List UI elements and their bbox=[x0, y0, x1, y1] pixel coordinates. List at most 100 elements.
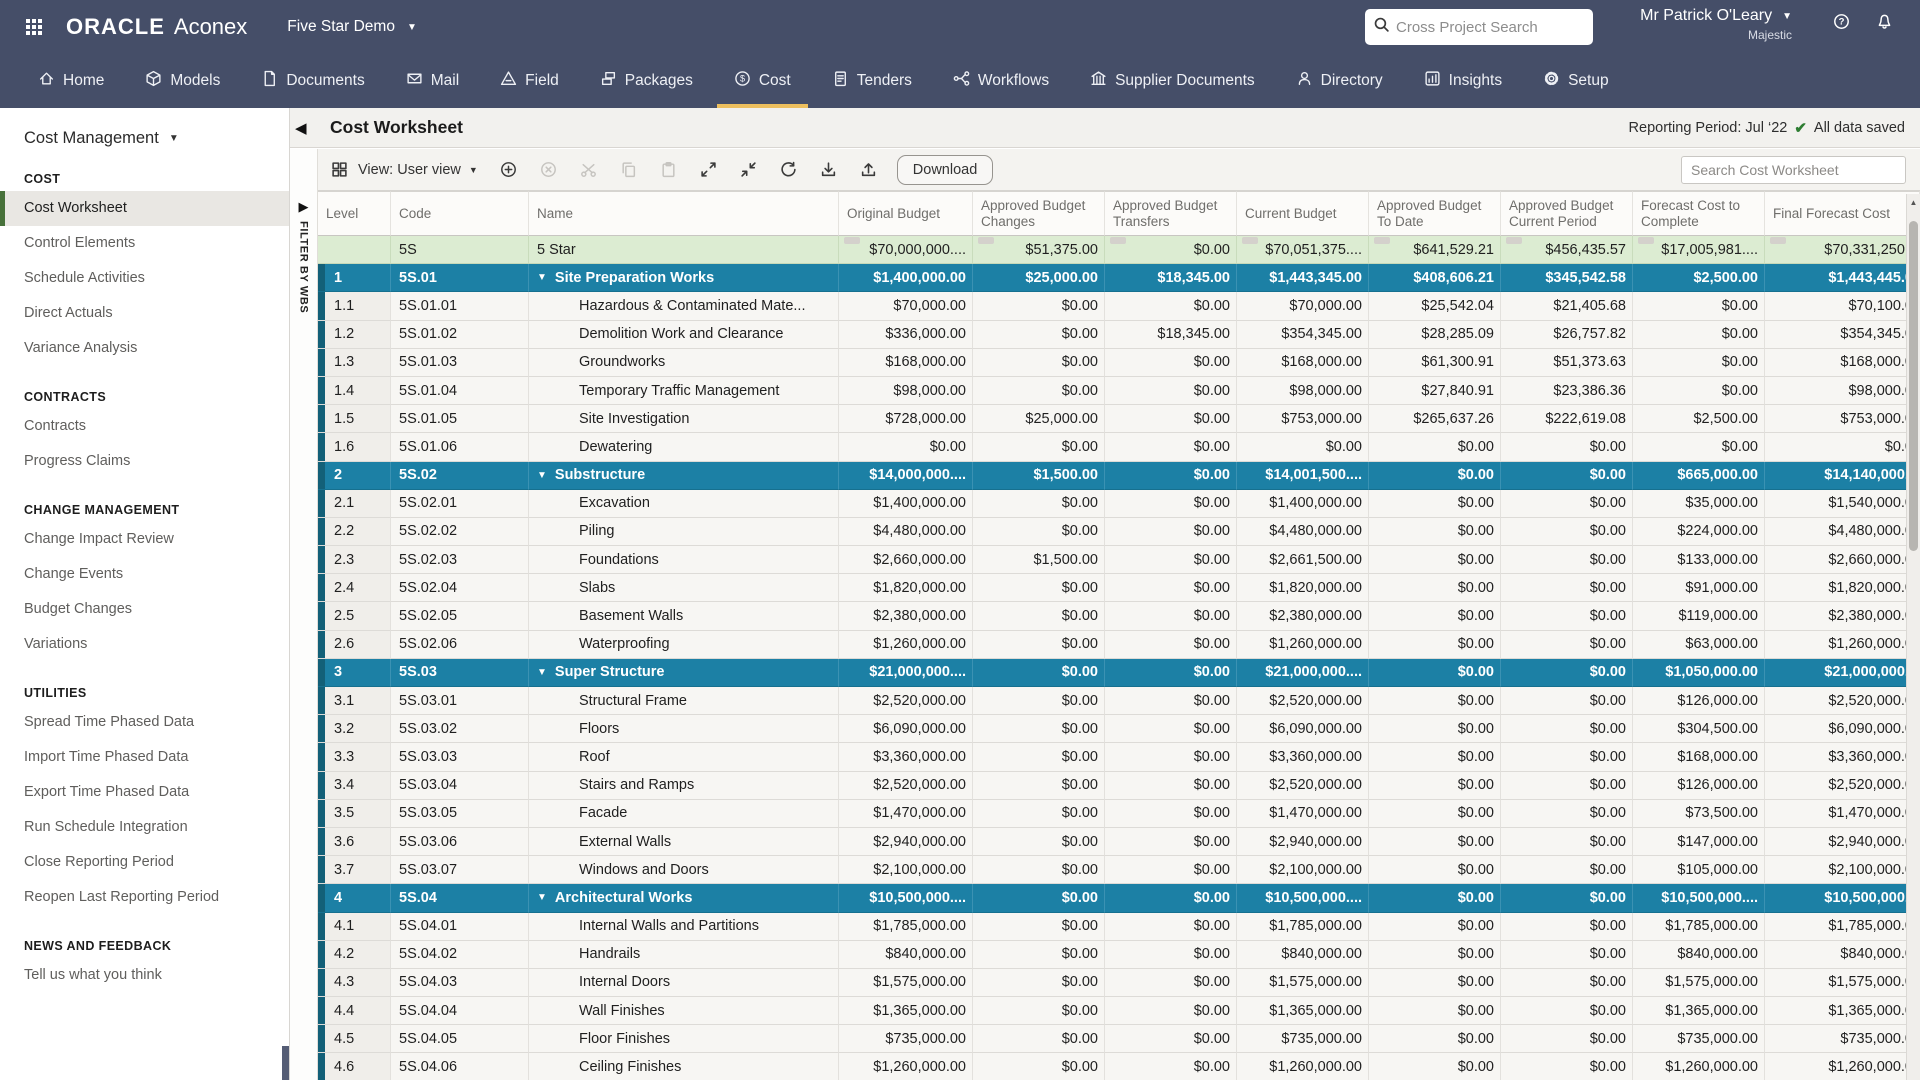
cell-name[interactable]: 5 Star bbox=[529, 236, 839, 264]
nav-item-home[interactable]: Home bbox=[38, 54, 104, 108]
cell-code[interactable]: 5S.04.06 bbox=[391, 1053, 529, 1080]
cell-approved-budget-transfers[interactable]: $0.00 bbox=[1105, 743, 1237, 771]
cell-approved-budget-to-date[interactable]: $27,840.91 bbox=[1369, 377, 1501, 405]
cell-original-budget[interactable]: $1,785,000.00 bbox=[839, 913, 973, 941]
cell-approved-budget-transfers[interactable]: $0.00 bbox=[1105, 969, 1237, 997]
cell-final-forecast-cost[interactable]: $70,331,250.. bbox=[1765, 236, 1920, 264]
cell-original-budget[interactable]: $70,000,000.... bbox=[839, 236, 973, 264]
cell-forecast-cost-to-complete[interactable]: $126,000.00 bbox=[1633, 772, 1765, 800]
cell-approved-budget-to-date[interactable]: $0.00 bbox=[1369, 462, 1501, 490]
cell-approved-budget-changes[interactable]: $0.00 bbox=[973, 743, 1105, 771]
sidebar-item-spread-time-phased-data[interactable]: Spread Time Phased Data bbox=[0, 705, 289, 740]
cell-level[interactable]: 4.4 bbox=[318, 997, 391, 1025]
table-row-5S.03.05[interactable]: 3.55S.03.05Facade$1,470,000.00$0.00$0.00… bbox=[318, 800, 1920, 828]
cell-approved-budget-to-date[interactable]: $0.00 bbox=[1369, 546, 1501, 574]
cell-current-budget[interactable]: $6,090,000.00 bbox=[1237, 715, 1369, 743]
table-row-5S.04.06[interactable]: 4.65S.04.06Ceiling Finishes$1,260,000.00… bbox=[318, 1053, 1920, 1080]
cell-approved-budget-to-date[interactable]: $408,606.21 bbox=[1369, 264, 1501, 292]
cell-current-budget[interactable]: $2,100,000.00 bbox=[1237, 856, 1369, 884]
cell-current-budget[interactable]: $354,345.00 bbox=[1237, 321, 1369, 349]
column-header-name[interactable]: Name bbox=[529, 191, 839, 236]
nav-item-mail[interactable]: Mail bbox=[406, 54, 459, 108]
cell-approved-budget-changes[interactable]: $25,000.00 bbox=[973, 405, 1105, 433]
cell-level[interactable]: 3.7 bbox=[318, 856, 391, 884]
cell-forecast-cost-to-complete[interactable]: $10,500,000.... bbox=[1633, 884, 1765, 912]
cell-name[interactable]: Roof bbox=[529, 743, 839, 771]
cell-approved-budget-to-date[interactable]: $0.00 bbox=[1369, 969, 1501, 997]
cell-approved-budget-transfers[interactable]: $0.00 bbox=[1105, 715, 1237, 743]
cell-approved-budget-changes[interactable]: $0.00 bbox=[973, 321, 1105, 349]
table-row-5S.03[interactable]: 35S.03▼Super Structure$21,000,000....$0.… bbox=[318, 659, 1920, 687]
cell-approved-budget-to-date[interactable]: $0.00 bbox=[1369, 856, 1501, 884]
cell-approved-budget-current-period[interactable]: $0.00 bbox=[1501, 913, 1633, 941]
table-row-5S.02.01[interactable]: 2.15S.02.01Excavation$1,400,000.00$0.00$… bbox=[318, 490, 1920, 518]
cell-current-budget[interactable]: $735,000.00 bbox=[1237, 1025, 1369, 1053]
cell-approved-budget-changes[interactable]: $1,500.00 bbox=[973, 546, 1105, 574]
cell-approved-budget-changes[interactable]: $0.00 bbox=[973, 292, 1105, 320]
cell-approved-budget-current-period[interactable]: $0.00 bbox=[1501, 772, 1633, 800]
cell-approved-budget-current-period[interactable]: $0.00 bbox=[1501, 828, 1633, 856]
cell-approved-budget-transfers[interactable]: $18,345.00 bbox=[1105, 264, 1237, 292]
cell-code[interactable]: 5S.02.01 bbox=[391, 490, 529, 518]
cell-name[interactable]: Dewatering bbox=[529, 433, 839, 461]
cell-final-forecast-cost[interactable]: $2,940,000.0 bbox=[1765, 828, 1920, 856]
cell-code[interactable]: 5S.03 bbox=[391, 659, 529, 687]
brand-logo[interactable]: ORACLE Aconex bbox=[66, 14, 247, 40]
sidebar-item-variations[interactable]: Variations bbox=[0, 627, 289, 662]
cell-name[interactable]: Foundations bbox=[529, 546, 839, 574]
cell-approved-budget-transfers[interactable]: $0.00 bbox=[1105, 462, 1237, 490]
search-worksheet-input[interactable] bbox=[1681, 156, 1906, 184]
cell-name[interactable]: ▼Site Preparation Works bbox=[529, 264, 839, 292]
cell-forecast-cost-to-complete[interactable]: $840,000.00 bbox=[1633, 941, 1765, 969]
cell-forecast-cost-to-complete[interactable]: $665,000.00 bbox=[1633, 462, 1765, 490]
cell-forecast-cost-to-complete[interactable]: $1,785,000.00 bbox=[1633, 913, 1765, 941]
cell-forecast-cost-to-complete[interactable]: $2,500.00 bbox=[1633, 405, 1765, 433]
sidebar-item-close-reporting-period[interactable]: Close Reporting Period bbox=[0, 845, 289, 880]
cell-name[interactable]: Internal Doors bbox=[529, 969, 839, 997]
cell-code[interactable]: 5S.01.04 bbox=[391, 377, 529, 405]
cell-forecast-cost-to-complete[interactable]: $73,500.00 bbox=[1633, 800, 1765, 828]
cell-approved-budget-to-date[interactable]: $0.00 bbox=[1369, 1025, 1501, 1053]
cell-approved-budget-current-period[interactable]: $0.00 bbox=[1501, 602, 1633, 630]
table-row-5S.01.05[interactable]: 1.55S.01.05Site Investigation$728,000.00… bbox=[318, 405, 1920, 433]
cell-final-forecast-cost[interactable]: $1,575,000.0 bbox=[1765, 969, 1920, 997]
cell-approved-budget-transfers[interactable]: $0.00 bbox=[1105, 490, 1237, 518]
cell-approved-budget-transfers[interactable]: $0.00 bbox=[1105, 574, 1237, 602]
table-row-5S.02.06[interactable]: 2.65S.02.06Waterproofing$1,260,000.00$0.… bbox=[318, 631, 1920, 659]
cell-name[interactable]: Excavation bbox=[529, 490, 839, 518]
cell-approved-budget-current-period[interactable]: $0.00 bbox=[1501, 884, 1633, 912]
cell-level[interactable]: 1.4 bbox=[318, 377, 391, 405]
cell-approved-budget-transfers[interactable]: $0.00 bbox=[1105, 518, 1237, 546]
sidebar-item-tell-us-what-you-think[interactable]: Tell us what you think bbox=[0, 958, 289, 993]
cell-name[interactable]: Slabs bbox=[529, 574, 839, 602]
cell-approved-budget-current-period[interactable]: $26,757.82 bbox=[1501, 321, 1633, 349]
nav-item-documents[interactable]: Documents bbox=[261, 54, 364, 108]
cell-original-budget[interactable]: $1,260,000.00 bbox=[839, 1053, 973, 1080]
column-header-level[interactable]: Level bbox=[318, 191, 391, 236]
table-row-5S.01.03[interactable]: 1.35S.01.03Groundworks$168,000.00$0.00$0… bbox=[318, 349, 1920, 377]
cell-original-budget[interactable]: $1,575,000.00 bbox=[839, 969, 973, 997]
table-row-5S.03.01[interactable]: 3.15S.03.01Structural Frame$2,520,000.00… bbox=[318, 687, 1920, 715]
cell-approved-budget-transfers[interactable]: $0.00 bbox=[1105, 405, 1237, 433]
cell-approved-budget-transfers[interactable]: $0.00 bbox=[1105, 377, 1237, 405]
cell-approved-budget-to-date[interactable]: $0.00 bbox=[1369, 941, 1501, 969]
cell-current-budget[interactable]: $14,001,500.... bbox=[1237, 462, 1369, 490]
cell-approved-budget-to-date[interactable]: $0.00 bbox=[1369, 800, 1501, 828]
cell-forecast-cost-to-complete[interactable]: $119,000.00 bbox=[1633, 602, 1765, 630]
cell-approved-budget-current-period[interactable]: $0.00 bbox=[1501, 715, 1633, 743]
cell-current-budget[interactable]: $840,000.00 bbox=[1237, 941, 1369, 969]
cell-final-forecast-cost[interactable]: $0.0 bbox=[1765, 433, 1920, 461]
cell-level[interactable]: 2.3 bbox=[318, 546, 391, 574]
sidebar-item-direct-actuals[interactable]: Direct Actuals bbox=[0, 296, 289, 331]
column-header-approved-budget-current-period[interactable]: Approved Budget Current Period bbox=[1501, 191, 1633, 236]
cell-approved-budget-to-date[interactable]: $0.00 bbox=[1369, 743, 1501, 771]
cell-name[interactable]: Floor Finishes bbox=[529, 1025, 839, 1053]
cell-approved-budget-changes[interactable]: $0.00 bbox=[973, 941, 1105, 969]
cell-final-forecast-cost[interactable]: $1,470,000.0 bbox=[1765, 800, 1920, 828]
cell-current-budget[interactable]: $1,575,000.00 bbox=[1237, 969, 1369, 997]
cell-name[interactable]: Floors bbox=[529, 715, 839, 743]
table-row-5S.03.02[interactable]: 3.25S.03.02Floors$6,090,000.00$0.00$0.00… bbox=[318, 715, 1920, 743]
cell-approved-budget-current-period[interactable]: $0.00 bbox=[1501, 518, 1633, 546]
cell-level[interactable]: 2.5 bbox=[318, 602, 391, 630]
column-header-final-forecast-cost[interactable]: Final Forecast Cost bbox=[1765, 191, 1920, 236]
